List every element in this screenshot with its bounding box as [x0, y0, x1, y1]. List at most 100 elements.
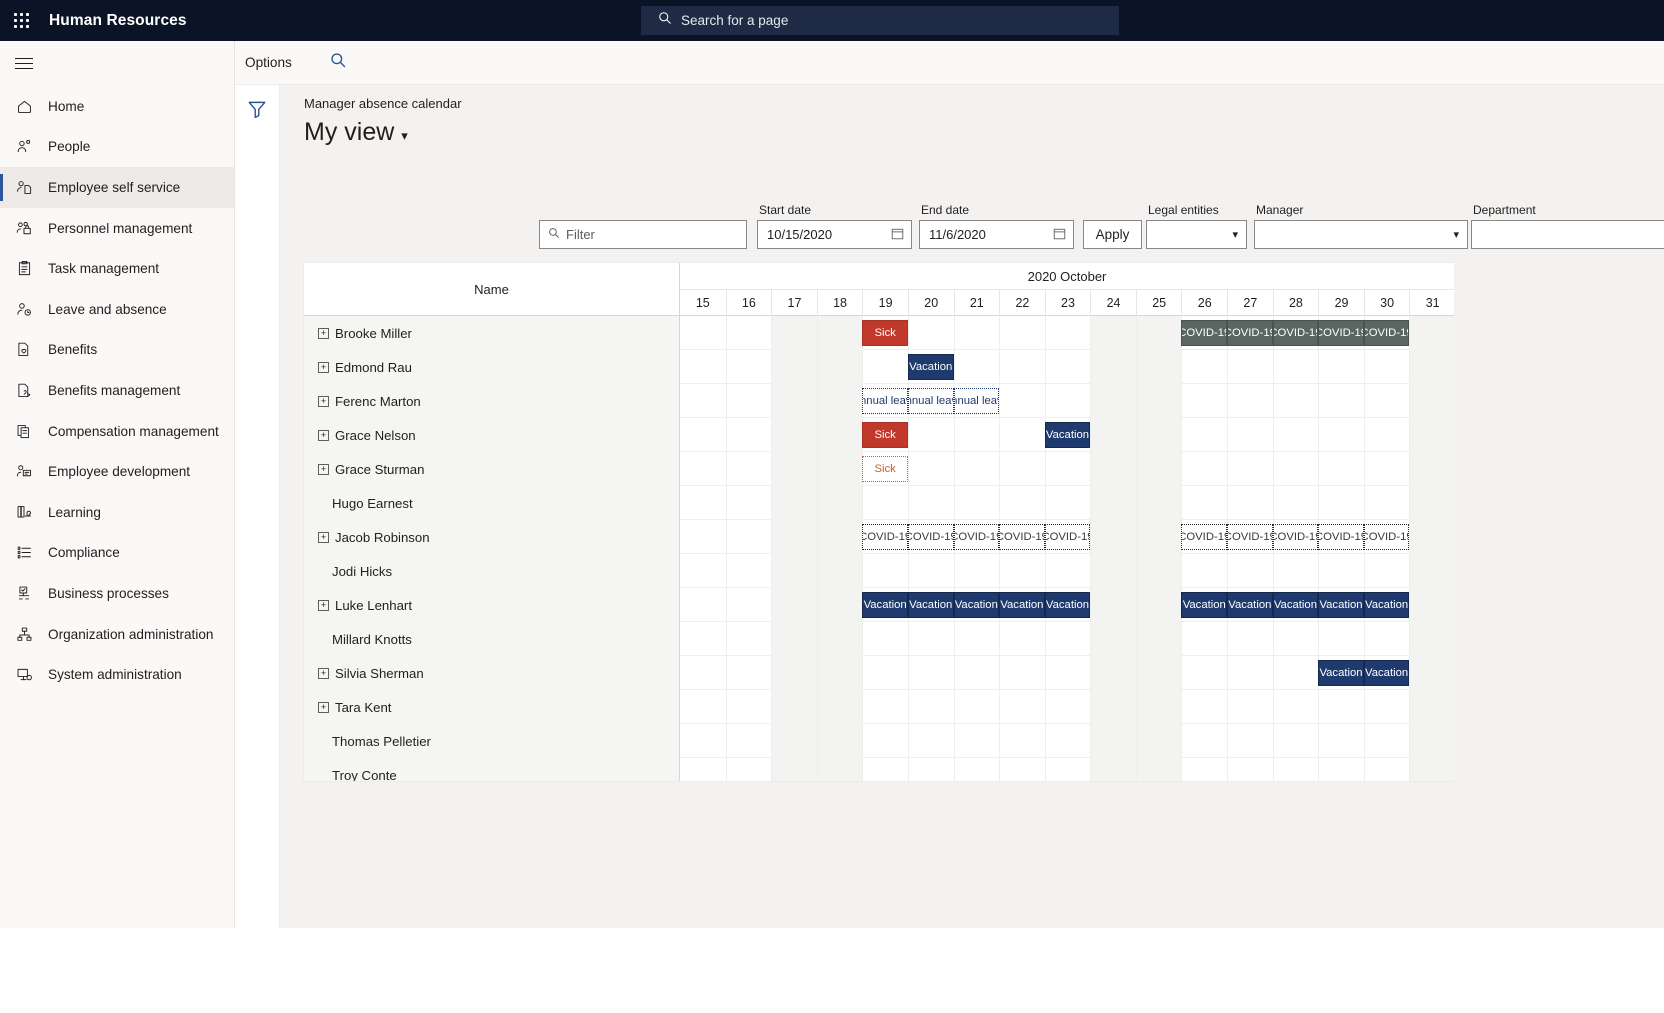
- calendar-cell[interactable]: [954, 350, 1000, 384]
- department-select[interactable]: ▾: [1471, 220, 1664, 249]
- absence-event[interactable]: Vacation: [1364, 660, 1410, 686]
- calendar-cell[interactable]: [1045, 350, 1091, 384]
- absence-event[interactable]: COVID-19: [1273, 320, 1319, 346]
- legal-entities-select[interactable]: ▾: [1146, 220, 1247, 249]
- calendar-cell[interactable]: [1045, 384, 1091, 418]
- calendar-cell[interactable]: [1227, 656, 1273, 690]
- employee-name-cell[interactable]: Hugo Earnest: [304, 486, 680, 520]
- calendar-cell[interactable]: [999, 384, 1045, 418]
- calendar-cell[interactable]: [1318, 622, 1364, 656]
- calendar-cell[interactable]: [999, 486, 1045, 520]
- calendar-cell[interactable]: [1136, 690, 1182, 724]
- calendar-cell[interactable]: [726, 690, 772, 724]
- calendar-cell[interactable]: [1227, 758, 1273, 782]
- calendar-cell[interactable]: [862, 622, 908, 656]
- apply-button[interactable]: Apply: [1083, 220, 1142, 249]
- calendar-cell[interactable]: [862, 554, 908, 588]
- calendar-cell[interactable]: [726, 758, 772, 782]
- calendar-cell[interactable]: [680, 486, 726, 520]
- expand-icon[interactable]: +: [318, 430, 329, 441]
- sidebar-item-compensation-management[interactable]: Compensation management: [0, 411, 234, 452]
- absence-event[interactable]: Vacation: [1045, 592, 1091, 618]
- calendar-cell[interactable]: [999, 418, 1045, 452]
- calendar-cell[interactable]: [1227, 622, 1273, 656]
- calendar-cell[interactable]: [1181, 350, 1227, 384]
- calendar-cell[interactable]: [1409, 384, 1454, 418]
- calendar-cell[interactable]: [908, 724, 954, 758]
- calendar-cell[interactable]: [1318, 758, 1364, 782]
- calendar-cell[interactable]: [817, 588, 863, 622]
- absence-event[interactable]: Sick: [862, 320, 908, 346]
- filter-input[interactable]: Filter: [539, 220, 747, 249]
- calendar-cell[interactable]: [954, 452, 1000, 486]
- manager-select[interactable]: ▾: [1254, 220, 1468, 249]
- expand-icon[interactable]: +: [318, 396, 329, 407]
- calendar-cell[interactable]: [1136, 588, 1182, 622]
- employee-name-cell[interactable]: Troy Conte: [304, 758, 680, 782]
- calendar-cell[interactable]: [680, 316, 726, 350]
- calendar-cell[interactable]: [1090, 554, 1136, 588]
- calendar-cell[interactable]: [1136, 418, 1182, 452]
- calendar-cell[interactable]: [999, 350, 1045, 384]
- absence-event[interactable]: COVID-19: [1318, 320, 1364, 346]
- calendar-cell[interactable]: [1273, 452, 1319, 486]
- sidebar-item-organization-administration[interactable]: Organization administration: [0, 614, 234, 655]
- calendar-cell[interactable]: [908, 690, 954, 724]
- absence-event[interactable]: COVID-19: [999, 524, 1045, 550]
- calendar-cell[interactable]: [680, 350, 726, 384]
- calendar-icon[interactable]: [891, 227, 904, 243]
- calendar-cell[interactable]: [1136, 486, 1182, 520]
- calendar-cell[interactable]: [726, 316, 772, 350]
- calendar-cell[interactable]: [726, 486, 772, 520]
- calendar-cell[interactable]: [1090, 588, 1136, 622]
- calendar-cell[interactable]: [771, 724, 817, 758]
- calendar-cell[interactable]: [1090, 418, 1136, 452]
- calendar-cell[interactable]: [1227, 418, 1273, 452]
- absence-event[interactable]: Vacation: [1181, 592, 1227, 618]
- calendar-cell[interactable]: [817, 758, 863, 782]
- calendar-cell[interactable]: [862, 350, 908, 384]
- calendar-cell[interactable]: [1181, 452, 1227, 486]
- calendar-cell[interactable]: [771, 520, 817, 554]
- calendar-cell[interactable]: [1090, 690, 1136, 724]
- calendar-cell[interactable]: [726, 554, 772, 588]
- calendar-cell[interactable]: [1181, 554, 1227, 588]
- employee-name-cell[interactable]: +Silvia Sherman: [304, 656, 680, 690]
- absence-event[interactable]: Sick: [862, 456, 908, 482]
- absence-event[interactable]: Vacation: [1364, 592, 1410, 618]
- calendar-cell[interactable]: [1364, 554, 1410, 588]
- calendar-cell[interactable]: [1181, 656, 1227, 690]
- waffle-icon[interactable]: [11, 10, 33, 32]
- calendar-cell[interactable]: [817, 622, 863, 656]
- calendar-cell[interactable]: [1181, 758, 1227, 782]
- calendar-cell[interactable]: [1136, 316, 1182, 350]
- calendar-icon[interactable]: [1053, 227, 1066, 243]
- calendar-cell[interactable]: [680, 520, 726, 554]
- calendar-cell[interactable]: [1045, 724, 1091, 758]
- calendar-cell[interactable]: [1136, 384, 1182, 418]
- calendar-cell[interactable]: [1090, 316, 1136, 350]
- calendar-cell[interactable]: [1409, 452, 1454, 486]
- expand-icon[interactable]: +: [318, 362, 329, 373]
- sidebar-item-employee-development[interactable]: Employee development: [0, 451, 234, 492]
- calendar-cell[interactable]: [1273, 622, 1319, 656]
- calendar-cell[interactable]: [1045, 554, 1091, 588]
- calendar-cell[interactable]: [862, 656, 908, 690]
- employee-name-cell[interactable]: +Grace Sturman: [304, 452, 680, 486]
- calendar-cell[interactable]: [1273, 486, 1319, 520]
- end-date-field[interactable]: 11/6/2020: [919, 220, 1074, 249]
- absence-event[interactable]: COVID-19: [1181, 320, 1227, 346]
- sidebar-item-leave-and-absence[interactable]: Leave and absence: [0, 289, 234, 330]
- expand-icon[interactable]: +: [318, 532, 329, 543]
- calendar-cell[interactable]: [999, 554, 1045, 588]
- calendar-cell[interactable]: [1090, 384, 1136, 418]
- calendar-cell[interactable]: [1273, 350, 1319, 384]
- calendar-cell[interactable]: [771, 622, 817, 656]
- hamburger-icon[interactable]: [0, 41, 48, 86]
- calendar-cell[interactable]: [817, 350, 863, 384]
- calendar-cell[interactable]: [771, 350, 817, 384]
- calendar-cell[interactable]: [680, 622, 726, 656]
- calendar-cell[interactable]: [908, 656, 954, 690]
- calendar-cell[interactable]: [862, 690, 908, 724]
- absence-event[interactable]: Vacation: [908, 592, 954, 618]
